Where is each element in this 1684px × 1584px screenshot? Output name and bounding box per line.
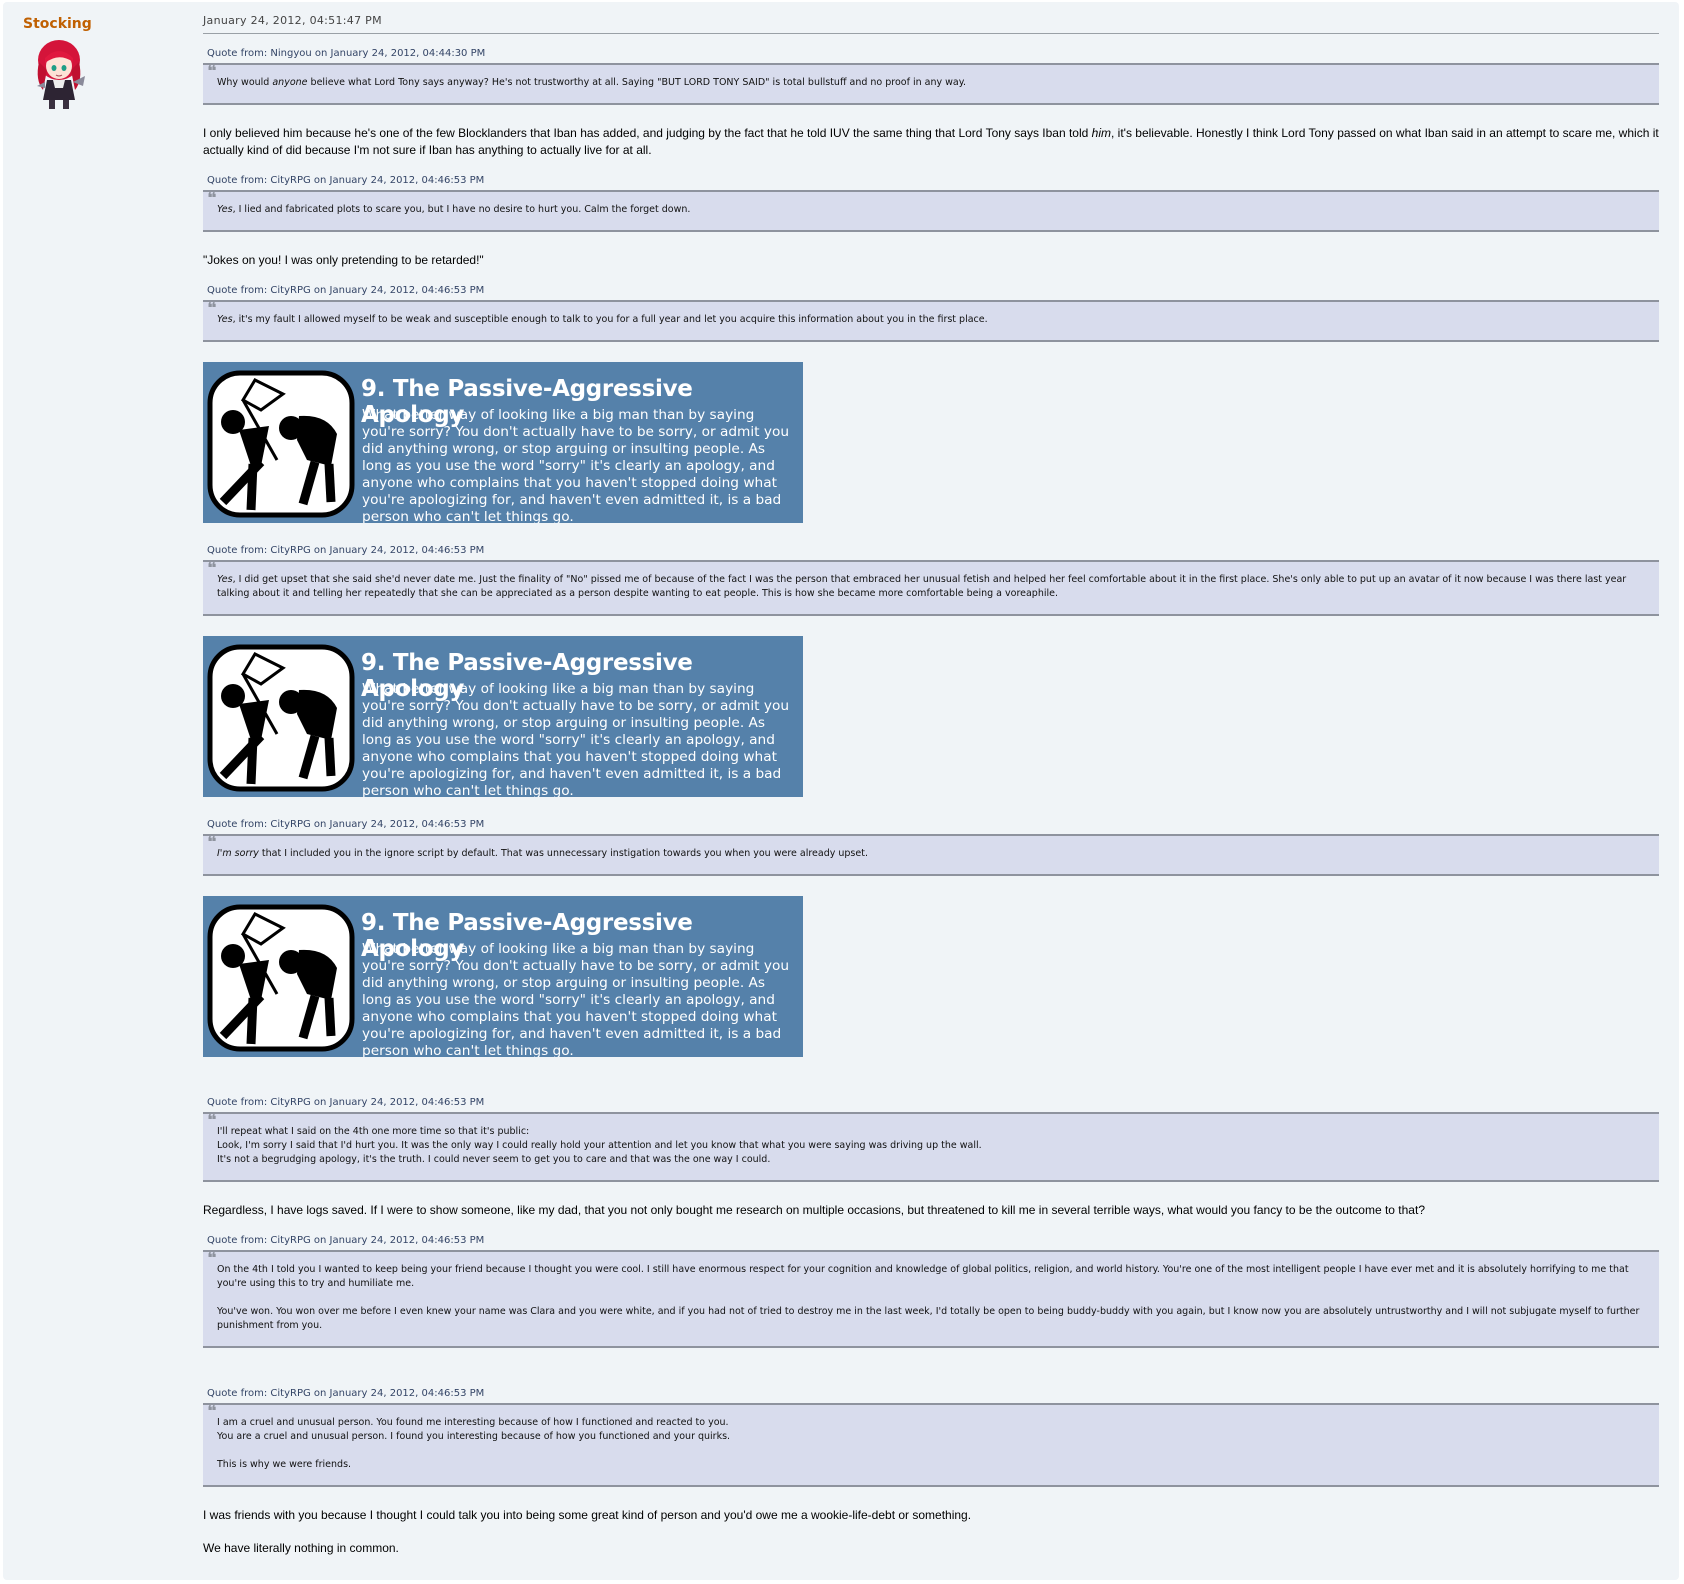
quote-header[interactable]: Quote from: CityRPG on January 24, 2012,… — [207, 1097, 1659, 1108]
quote-mark-icon: ❝ — [207, 1401, 217, 1422]
post-text-segment: I only believed him because he's one of … — [203, 126, 1092, 140]
post-date: January 24, 2012, 04:51:47 PM — [203, 14, 1659, 34]
quote-line: It's not a begrudging apology, it's the … — [217, 1154, 771, 1165]
quote-paragraph: You've won. You won over me before I eve… — [217, 1306, 1640, 1331]
quote-header[interactable]: Quote from: CityRPG on January 24, 2012,… — [207, 545, 1659, 556]
post-text: "Jokes on you! I was only pretending to … — [203, 253, 484, 267]
forum-post: Stocking January 24, 2012, 04:51:47 PM Q… — [3, 2, 1679, 1580]
quote-emphasis: Yes — [217, 314, 233, 325]
quote-line: I am a cruel and unusual person. You fou… — [217, 1417, 729, 1428]
passive-aggressive-apology-image: 9. The Passive-Aggressive Apology What b… — [203, 896, 803, 1057]
quote-text: , I lied and fabricated plots to scare y… — [232, 204, 691, 215]
post-text: Regardless, I have logs saved. If I were… — [203, 1203, 1425, 1217]
quote-mark-icon: ❝ — [207, 832, 217, 853]
quote-line: Look, I'm sorry I said that I'd hurt you… — [217, 1140, 982, 1151]
quote-emphasis: I'm sorry — [217, 848, 259, 859]
quote-line: You are a cruel and unusual person. I fo… — [217, 1431, 731, 1442]
poster-name[interactable]: Stocking — [23, 16, 190, 32]
anime-girl-avatar-icon[interactable] — [29, 36, 89, 114]
quote-spacer — [217, 1444, 1645, 1458]
quote-block: ❝ I am a cruel and unusual person. You f… — [203, 1403, 1659, 1487]
quote-header[interactable]: Quote from: CityRPG on January 24, 2012,… — [207, 1235, 1659, 1246]
quote-emphasis: Yes — [217, 574, 233, 585]
post-content: January 24, 2012, 04:51:47 PM Quote from… — [203, 14, 1659, 1573]
quote-header[interactable]: Quote from: CityRPG on January 24, 2012,… — [207, 175, 1659, 186]
passive-aggressive-apology-image: 9. The Passive-Aggressive Apology What b… — [203, 362, 803, 523]
kicking-stickfigure-icon — [207, 644, 355, 792]
quote-mark-icon: ❝ — [207, 188, 217, 209]
quote-mark-icon: ❝ — [207, 558, 217, 579]
quote-block: ❝ I'm sorry that I included you in the i… — [203, 834, 1659, 876]
quote-paragraph: On the 4th I told you I wanted to keep b… — [217, 1264, 1629, 1289]
quote-text: that I included you in the ignore script… — [258, 848, 868, 859]
quote-emphasis: Yes — [217, 204, 233, 215]
quote-block: ❝ On the 4th I told you I wanted to keep… — [203, 1250, 1659, 1348]
post-text: We have literally nothing in common. — [203, 1541, 399, 1555]
meme-body: What better way of looking like a big ma… — [362, 407, 790, 523]
quote-mark-icon: ❝ — [207, 61, 217, 82]
quote-header[interactable]: Quote from: CityRPG on January 24, 2012,… — [207, 285, 1659, 296]
quote-emphasis: anyone — [272, 77, 308, 88]
quote-block: ❝ Yes, I did get upset that she said she… — [203, 560, 1659, 616]
quote-line: I'll repeat what I said on the 4th one m… — [217, 1126, 530, 1137]
quote-text: , it's my fault I allowed myself to be w… — [232, 314, 988, 325]
quote-header[interactable]: Quote from: CityRPG on January 24, 2012,… — [207, 1388, 1659, 1399]
quote-header[interactable]: Quote from: CityRPG on January 24, 2012,… — [207, 819, 1659, 830]
quote-text: believe what Lord Tony says anyway? He's… — [307, 77, 967, 88]
quote-block: ❝ Yes, I lied and fabricated plots to sc… — [203, 190, 1659, 232]
quote-line: This is why we were friends. — [217, 1459, 352, 1470]
quote-header[interactable]: Quote from: Ningyou on January 24, 2012,… — [207, 48, 1659, 59]
quote-block: ❝ Why would anyone believe what Lord Ton… — [203, 63, 1659, 105]
post-text: I only believed him because he's one of … — [203, 125, 1659, 159]
post-text: I was friends with you because I thought… — [203, 1508, 972, 1522]
poster-info: Stocking — [20, 16, 190, 114]
kicking-stickfigure-icon — [207, 370, 355, 518]
quote-mark-icon: ❝ — [207, 1110, 217, 1131]
passive-aggressive-apology-image: 9. The Passive-Aggressive Apology What b… — [203, 636, 803, 797]
quote-spacer — [217, 1291, 1645, 1305]
meme-body: What better way of looking like a big ma… — [362, 941, 790, 1057]
quote-block: ❝ Yes, it's my fault I allowed myself to… — [203, 300, 1659, 342]
post-text-emphasis: him — [1091, 126, 1111, 140]
kicking-stickfigure-icon — [207, 904, 355, 1052]
quote-text: Why would — [217, 77, 273, 88]
quote-text: , I did get upset that she said she'd ne… — [217, 574, 1627, 599]
quote-mark-icon: ❝ — [207, 1248, 217, 1269]
meme-body: What better way of looking like a big ma… — [362, 681, 790, 797]
quote-mark-icon: ❝ — [207, 298, 217, 319]
quote-block: ❝ I'll repeat what I said on the 4th one… — [203, 1112, 1659, 1182]
